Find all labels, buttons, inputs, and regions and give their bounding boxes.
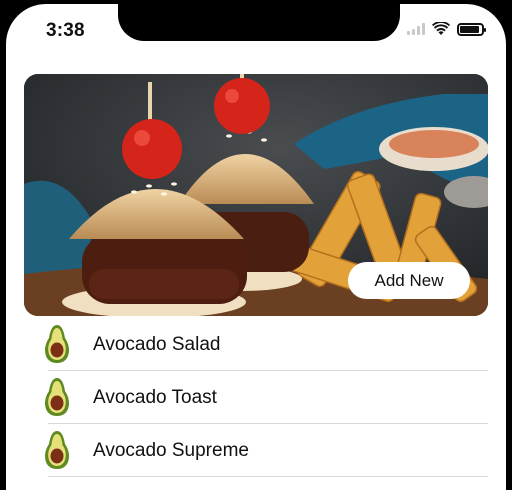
add-new-button[interactable]: Add New: [348, 262, 470, 299]
status-time: 3:38: [46, 20, 85, 41]
status-icons: [407, 22, 486, 36]
list-item-label: Avocado Toast: [93, 386, 217, 408]
list-item[interactable]: Avocado Supreme: [6, 424, 506, 477]
list-item[interactable]: Avocado Salad: [6, 318, 506, 371]
recipe-list: Avocado Salad Avocado Toast Avocado Supr…: [6, 318, 506, 477]
battery-level: [460, 25, 479, 33]
list-item-label: Avocado Supreme: [93, 439, 249, 461]
avocado-icon: [45, 378, 69, 416]
row-divider: [48, 476, 488, 477]
avocado-icon: [45, 325, 69, 363]
list-item-label: Avocado Salad: [93, 333, 221, 355]
device-notch: [118, 4, 400, 41]
wifi-icon: [432, 22, 450, 35]
avocado-icon: [45, 431, 69, 469]
list-item[interactable]: Avocado Toast: [6, 371, 506, 424]
app-screen: 3:38 Add New Avocado Salad Avocado Toast…: [6, 4, 506, 490]
hero-image-card: Add New: [24, 74, 488, 316]
signal-icon: [407, 23, 425, 35]
device-frame: 3:38 Add New Avocado Salad Avocado Toast…: [0, 0, 512, 490]
battery-icon: [457, 22, 486, 36]
